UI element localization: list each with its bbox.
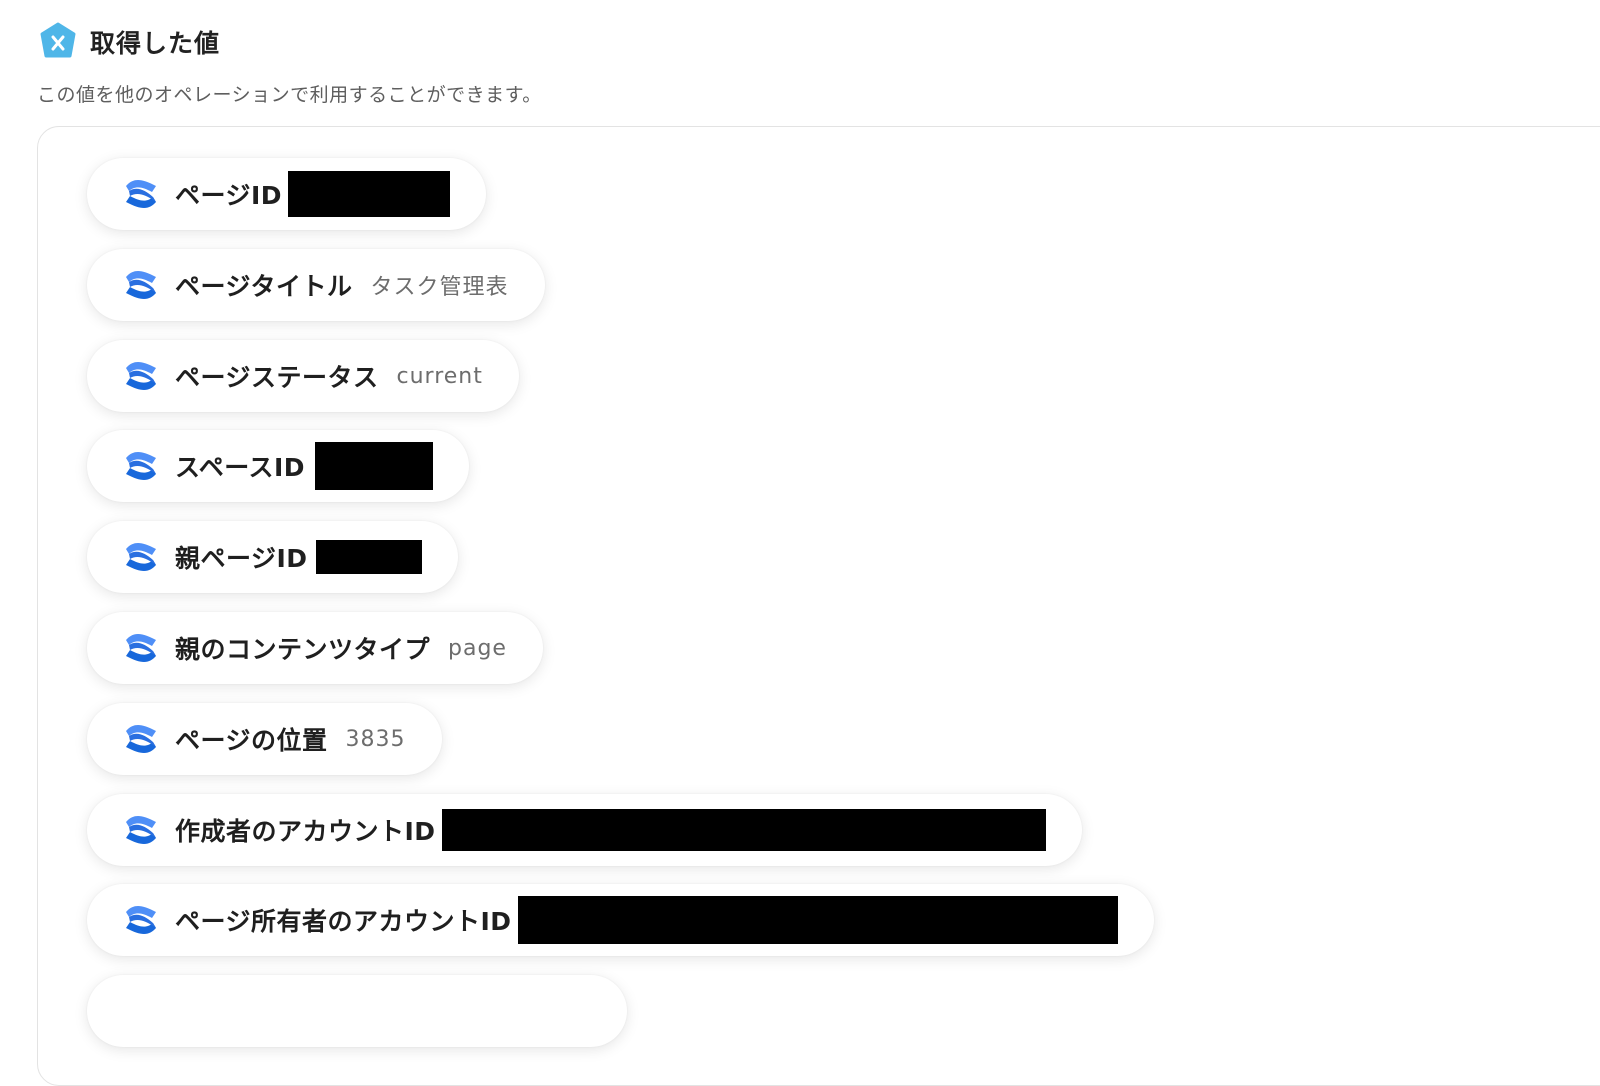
redacted-value [315,540,422,574]
redacted-value [517,896,1118,944]
confluence-icon [126,271,156,299]
confluence-icon [126,452,156,480]
confluence-icon [126,362,156,390]
section-header: 取得した値 [38,22,220,62]
value-chip-parent-page-id[interactable]: 親ページID [87,521,458,593]
confluence-icon [126,634,156,662]
confluence-icon [126,543,156,571]
value-chip-value: 3835 [345,726,406,752]
value-chip-page-title[interactable]: ページタイトル タスク管理表 [87,249,545,321]
value-chip-value: current [396,363,483,389]
redacted-value [441,809,1046,851]
confluence-icon [126,816,156,844]
value-chip-page-position[interactable]: ページの位置 3835 [87,703,442,775]
value-chip-label: ページステータス [175,363,379,392]
hexagon-x-icon [40,22,76,58]
value-chip-page-status[interactable]: ページステータス current [87,340,519,412]
value-chip-label: 親のコンテンツタイプ [175,635,431,664]
value-chip-value: page [448,635,507,661]
value-chip-label: 作成者のアカウントID [175,817,436,846]
value-chip-label: ページの位置 [175,726,328,755]
section-description: この値を他のオペレーションで利用することができます。 [37,84,542,106]
confluence-icon [126,725,156,753]
value-chip-value: タスク管理表 [370,275,509,300]
value-chip-label: 親ページID [175,544,308,573]
redacted-value [315,442,434,490]
value-chip-label: ページ所有者のアカウントID [175,907,512,936]
value-chip-space-id[interactable]: スペースID [87,430,470,502]
value-chip-label: スペースID [175,453,306,482]
section-title: 取得した値 [90,29,221,58]
value-chip-owner-account-id[interactable]: ページ所有者のアカウントID [87,884,1154,956]
value-chip-creator-account-id[interactable]: 作成者のアカウントID [87,794,1082,866]
redacted-value [288,171,451,217]
value-chip-label: ページタイトル [175,272,353,301]
value-chip-page-id[interactable]: ページID [87,158,487,230]
value-chip-label: ページID [175,181,283,210]
value-chip-partial[interactable] [87,975,627,1047]
confluence-icon [126,180,156,208]
value-chip-parent-content-type[interactable]: 親のコンテンツタイプ page [87,612,543,684]
confluence-icon [126,906,156,934]
